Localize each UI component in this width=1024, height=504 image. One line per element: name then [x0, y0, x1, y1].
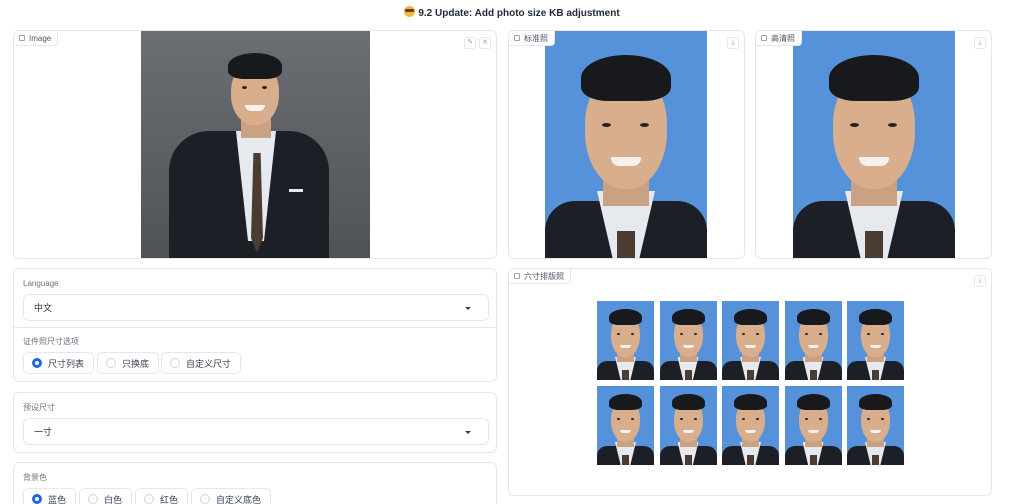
layout-photo-tile: [597, 301, 654, 380]
page-banner: 9.2 Update: Add photo size KB adjustment: [0, 5, 1024, 19]
layout-photo-tile: [847, 301, 904, 380]
download-icon[interactable]: ⤓: [974, 37, 986, 49]
image-icon: [514, 35, 520, 41]
size-options-label: 证件照尺寸选项: [23, 337, 79, 346]
hd-photo-panel: 高清照 ⤓: [755, 30, 992, 259]
radio-dot: [200, 494, 210, 504]
layout-photo-tile: [659, 386, 717, 465]
layout-photo-tile: [784, 386, 842, 465]
radio-size-list[interactable]: 尺寸列表: [23, 352, 95, 374]
preset-size-label: 预设尺寸: [23, 403, 55, 412]
preset-size-value: 一寸: [34, 427, 53, 437]
layout-photo-tile: [722, 386, 779, 465]
background-label: 背景色: [23, 473, 47, 482]
language-label: Language: [23, 279, 59, 288]
radio-dot: [144, 494, 154, 504]
background-color-panel: 背景色 蓝色 白色 红色 自定义底色: [13, 462, 497, 504]
layout-photo-tile: [597, 386, 654, 465]
divider: [14, 327, 496, 328]
layout-photo-tile: [847, 386, 904, 465]
layout-photo-tile: [659, 301, 717, 380]
radio-dot: [106, 358, 116, 368]
layout-panel-label: 六寸排版照: [509, 269, 571, 284]
sunglasses-emoji-icon: [404, 6, 416, 17]
language-value: 中文: [34, 303, 53, 313]
preset-size-select[interactable]: 一寸: [23, 418, 489, 445]
chevron-down-icon: [465, 307, 471, 310]
radio-dot: [32, 494, 42, 504]
radio-dot: [88, 494, 98, 504]
banner-text: 9.2 Update: Add photo size KB adjustment: [418, 8, 620, 19]
image-panel-label: Image: [14, 31, 59, 46]
hd-panel-label: 高清照: [756, 31, 802, 46]
layout-photo-tile: [722, 301, 779, 380]
radio-custom-size[interactable]: 自定义尺寸: [161, 352, 242, 374]
layout-photo-tile: [784, 301, 842, 380]
pencil-icon[interactable]: ✎: [464, 37, 476, 49]
standard-photo-panel: 标准照 ⤓: [508, 30, 745, 259]
layout-photo-panel: 六寸排版照 ⤓: [508, 268, 992, 496]
preset-size-panel: 预设尺寸 一寸: [13, 392, 497, 453]
radio-white[interactable]: 白色: [79, 488, 133, 504]
download-icon[interactable]: ⤓: [727, 37, 739, 49]
radio-custom-color[interactable]: 自定义底色: [191, 488, 272, 504]
close-icon[interactable]: ✕: [479, 37, 491, 49]
radio-bg-only[interactable]: 只换底: [97, 352, 160, 374]
standard-panel-label: 标准照: [509, 31, 555, 46]
image-input-panel[interactable]: Image ✎ ✕: [13, 30, 497, 259]
image-icon: [514, 273, 520, 279]
radio-dot: [32, 358, 42, 368]
radio-blue[interactable]: 蓝色: [23, 488, 77, 504]
image-icon: [19, 35, 25, 41]
image-icon: [761, 35, 767, 41]
language-select[interactable]: 中文: [23, 294, 489, 321]
standard-photo: [545, 31, 707, 258]
radio-red[interactable]: 红色: [135, 488, 189, 504]
chevron-down-icon: [465, 431, 471, 434]
source-photo: [141, 31, 370, 258]
download-icon[interactable]: ⤓: [974, 275, 986, 287]
radio-dot: [170, 358, 180, 368]
language-size-panel: Language 中文 证件照尺寸选项 尺寸列表 只换底 自定义尺寸: [13, 268, 497, 382]
hd-photo: [793, 31, 955, 258]
